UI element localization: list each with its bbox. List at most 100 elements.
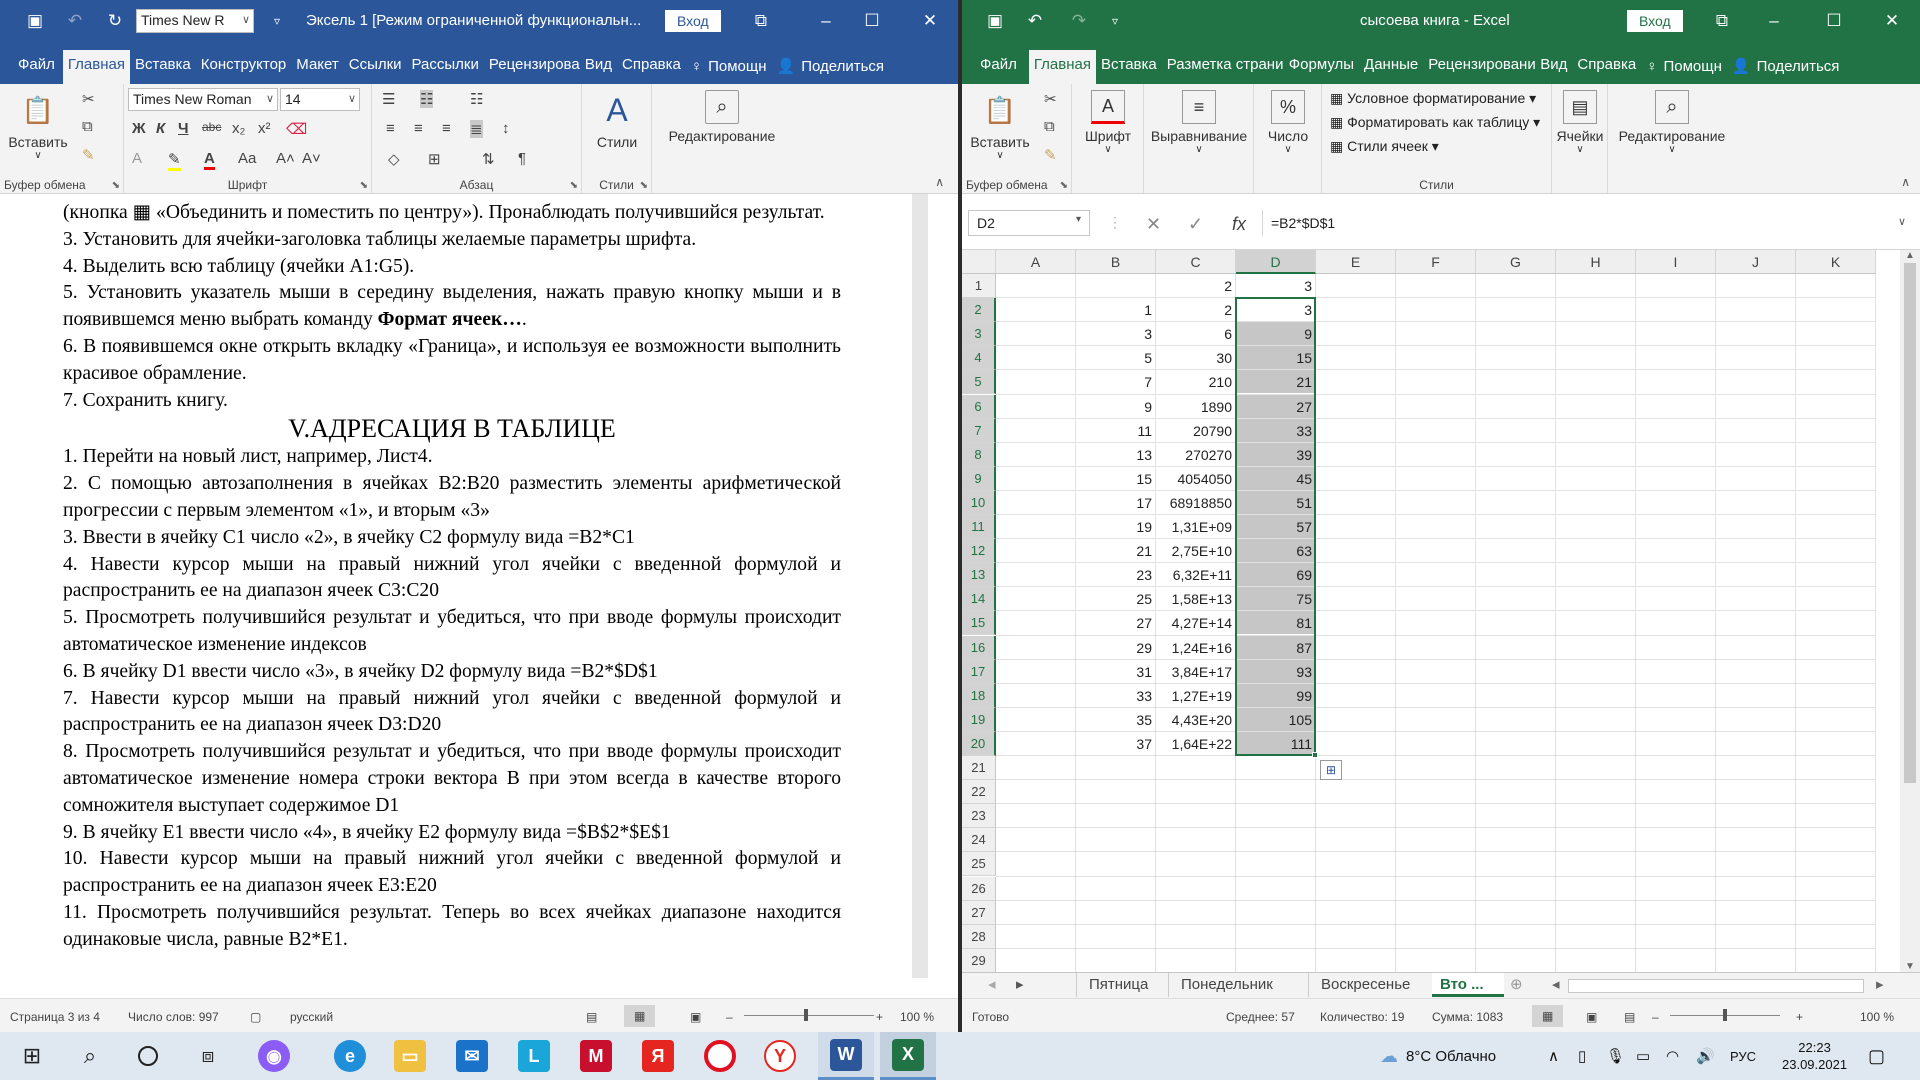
row-header[interactable]: 4 <box>962 346 996 371</box>
vertical-scrollbar[interactable] <box>928 194 958 978</box>
mail-app[interactable]: ✉ <box>448 1032 496 1080</box>
share-button[interactable]: 👤 Поделиться <box>772 50 890 84</box>
tab-home[interactable]: Главная <box>62 50 130 84</box>
name-box-dropdown-icon[interactable]: ▾ <box>1076 214 1081 225</box>
cell-c6[interactable]: 1890 <box>1156 395 1232 419</box>
clear-formatting-icon[interactable]: ⌫ <box>286 120 307 138</box>
cell-styles-button[interactable]: ▦ Стили ячеек ▾ <box>1330 138 1439 155</box>
quick-font-dropdown[interactable]: Times New R ∨ <box>136 9 254 33</box>
tab-insert[interactable]: Вставка <box>130 50 196 84</box>
clock[interactable]: 22:23 23.09.2021 <box>1782 1032 1847 1080</box>
underline-icon[interactable]: Ч <box>178 120 189 137</box>
column-header[interactable]: H <box>1556 250 1636 274</box>
cell-c15[interactable]: 4,27E+14 <box>1156 611 1232 635</box>
align-left-icon[interactable]: ≡ <box>386 120 395 137</box>
column-header[interactable]: C <box>1156 250 1236 274</box>
maximize-icon[interactable]: ☐ <box>846 0 898 42</box>
file-explorer-app[interactable]: ▭ <box>386 1032 434 1080</box>
cell-b5[interactable]: 7 <box>1076 370 1152 394</box>
row-header[interactable]: 19 <box>962 707 996 732</box>
align-right-icon[interactable]: ≡ <box>442 120 451 137</box>
alice-app[interactable]: ◉ <box>250 1032 298 1080</box>
cells-button[interactable]: ▤ Ячейки ∨ <box>1554 90 1606 155</box>
cell-c17[interactable]: 3,84E+17 <box>1156 660 1232 684</box>
zoom-in-icon[interactable]: + <box>876 1010 883 1024</box>
text-effects-icon[interactable]: A <box>132 150 142 167</box>
row-header[interactable]: 21 <box>962 756 996 781</box>
cancel-icon[interactable]: ✕ <box>1146 214 1161 235</box>
save-icon[interactable]: ▣ <box>976 0 1014 42</box>
tell-me-box[interactable]: ♀ Помощн <box>1641 50 1727 84</box>
row-header[interactable]: 7 <box>962 418 996 443</box>
vertical-scrollbar[interactable]: ▲ ▼ <box>1900 250 1920 972</box>
sheet-tab[interactable]: Пятница <box>1076 973 1160 997</box>
zoom-thumb[interactable] <box>1723 1009 1727 1021</box>
cell-b15[interactable]: 27 <box>1076 611 1152 635</box>
tab-review[interactable]: Рецензировани <box>1423 50 1535 84</box>
tell-me-box[interactable]: ♀ Помощн <box>686 50 772 84</box>
cell-b17[interactable]: 31 <box>1076 660 1152 684</box>
column-header[interactable]: G <box>1476 250 1556 274</box>
number-button[interactable]: % Число ∨ <box>1258 90 1318 155</box>
volume-icon[interactable]: 🔊 <box>1696 1032 1715 1080</box>
cell-b18[interactable]: 33 <box>1076 684 1152 708</box>
tab-references[interactable]: Ссылки <box>344 50 407 84</box>
row-header[interactable]: 15 <box>962 611 996 636</box>
cell-b2[interactable]: 1 <box>1076 298 1152 322</box>
scroll-down-icon[interactable]: ▼ <box>1900 961 1920 972</box>
cell-c7[interactable]: 20790 <box>1156 419 1232 443</box>
row-header[interactable]: 25 <box>962 852 996 877</box>
zoom-thumb[interactable] <box>804 1009 808 1021</box>
cell-c8[interactable]: 270270 <box>1156 443 1232 467</box>
font-color-icon[interactable]: A <box>204 150 215 170</box>
select-all-corner[interactable] <box>962 250 996 274</box>
sheet-tab-active[interactable]: Вто ... <box>1432 973 1504 997</box>
paste-button[interactable]: 📋 Вставить ∨ <box>968 90 1032 162</box>
l-app[interactable]: L <box>510 1032 558 1080</box>
copy-icon[interactable]: ⧉ <box>1044 118 1055 135</box>
column-header[interactable]: B <box>1076 250 1156 274</box>
enter-icon[interactable]: ✓ <box>1188 214 1203 235</box>
font-name-dropdown[interactable]: Times New Roman ∨ <box>128 88 278 111</box>
justify-icon[interactable]: ≣ <box>470 120 483 138</box>
document-area[interactable]: (кнопка ▦ «Объединить и поместить по цен… <box>0 194 928 978</box>
row-header[interactable]: 20 <box>962 731 996 756</box>
tab-help[interactable]: Справка <box>1572 50 1641 84</box>
sheet-tab[interactable]: Понедельник <box>1168 973 1285 997</box>
tab-formulas[interactable]: Формулы <box>1284 50 1359 84</box>
column-header[interactable]: D <box>1236 250 1316 274</box>
tab-review[interactable]: Рецензирова <box>484 50 580 84</box>
cell-c2[interactable]: 2 <box>1156 298 1232 322</box>
print-layout-icon[interactable]: ▦ <box>624 1005 656 1027</box>
multilevel-list-icon[interactable]: ☷ <box>470 90 483 108</box>
cell-c3[interactable]: 6 <box>1156 322 1232 346</box>
cell-c11[interactable]: 1,31E+09 <box>1156 515 1232 539</box>
row-header[interactable]: 12 <box>962 539 996 564</box>
cell-b19[interactable]: 35 <box>1076 708 1152 732</box>
redo-icon[interactable]: ↷ <box>1060 0 1098 42</box>
tab-layout[interactable]: Макет <box>291 50 343 84</box>
minimize-icon[interactable]: – <box>800 0 852 42</box>
dialog-launcher-icon[interactable]: ⬊ <box>360 180 368 191</box>
fill-handle[interactable] <box>1312 752 1318 758</box>
row-header[interactable]: 11 <box>962 515 996 540</box>
login-button[interactable]: Вход <box>1627 10 1683 32</box>
bullets-icon[interactable]: ☰ <box>382 90 395 108</box>
tab-help[interactable]: Справка <box>617 50 686 84</box>
cut-icon[interactable]: ✂ <box>82 90 95 108</box>
cell-b13[interactable]: 23 <box>1076 563 1152 587</box>
customize-qat-icon[interactable]: ▿ <box>258 0 296 42</box>
close-icon[interactable]: ✕ <box>1866 0 1918 42</box>
cell-b11[interactable]: 19 <box>1076 515 1152 539</box>
cell-c10[interactable]: 68918850 <box>1156 491 1232 515</box>
bold-icon[interactable]: Ж <box>132 120 146 137</box>
customize-qat-icon[interactable]: ▿ <box>1096 0 1134 42</box>
show-marks-icon[interactable]: ¶ <box>518 150 526 167</box>
shading-icon[interactable]: ◇ <box>388 150 400 168</box>
strikethrough-icon[interactable]: abc <box>202 120 221 134</box>
dialog-launcher-icon[interactable]: ⬊ <box>112 180 120 191</box>
zoom-slider[interactable] <box>744 1015 874 1016</box>
tab-view[interactable]: Вид <box>1535 50 1572 84</box>
cell-c18[interactable]: 1,27E+19 <box>1156 684 1232 708</box>
editing-button[interactable]: ⌕ Редактирование <box>656 90 788 144</box>
